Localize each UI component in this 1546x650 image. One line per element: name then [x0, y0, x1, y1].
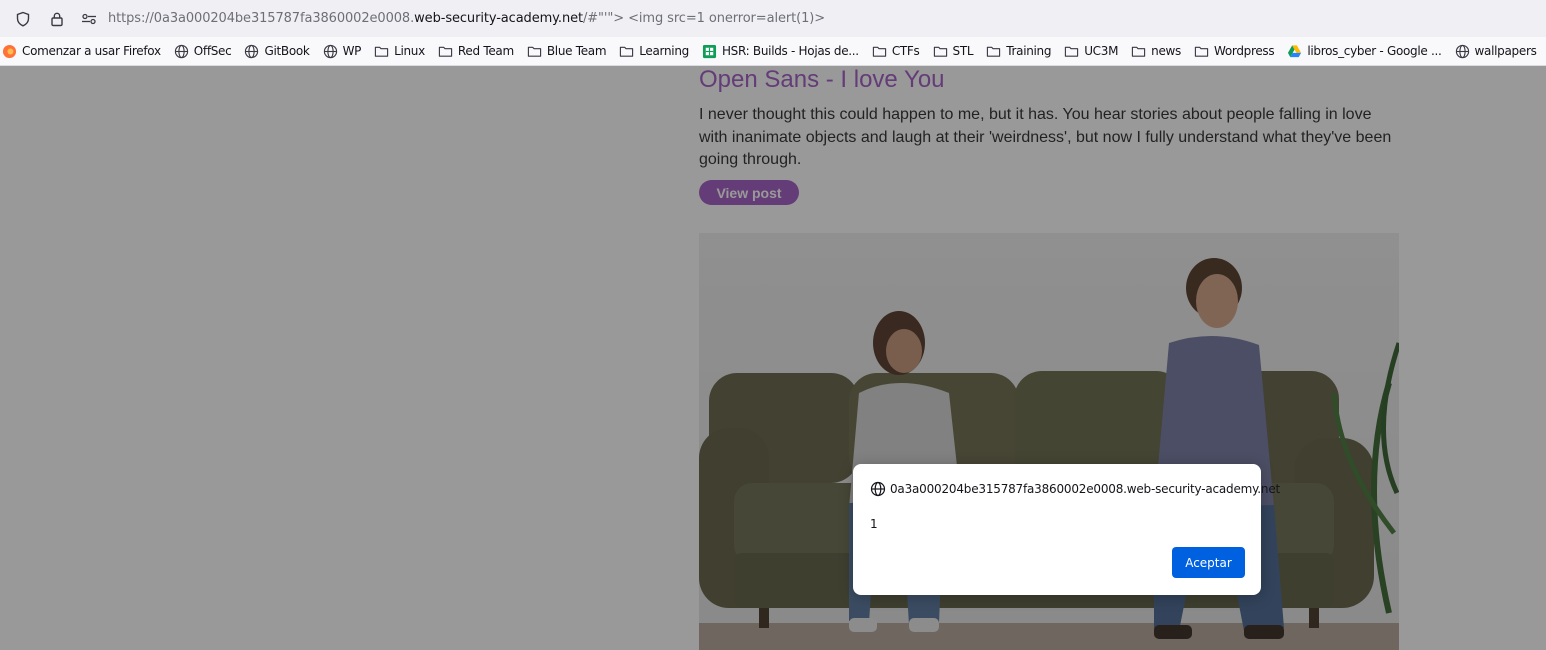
- bookmark-label: GitBook: [264, 44, 310, 58]
- bookmark-label: Blue Team: [546, 44, 607, 58]
- url-prefix: https://0a3a000204be315787fa3860002e0008…: [108, 11, 415, 26]
- globe-icon: [870, 481, 886, 497]
- bookmark-item[interactable]: news: [1131, 44, 1181, 59]
- url-bar[interactable]: https://0a3a000204be315787fa3860002e0008…: [0, 0, 1546, 37]
- folder-icon: [933, 44, 948, 59]
- bookmark-label: HSR: Builds - Hojas de...: [721, 44, 859, 58]
- bookmark-item[interactable]: Comenzar a usar Firefox: [2, 44, 161, 59]
- folder-icon: [374, 44, 389, 59]
- modal-overlay: [0, 66, 1546, 650]
- bookmark-label: WP: [342, 44, 362, 58]
- sheets-icon: [702, 44, 717, 59]
- bookmark-item[interactable]: Blue Team: [527, 44, 607, 59]
- bookmark-label: Comenzar a usar Firefox: [22, 44, 161, 58]
- bookmark-label: Red Team: [457, 44, 514, 58]
- globe-icon: [174, 44, 189, 59]
- folder-icon: [1131, 44, 1146, 59]
- site-permissions-icon[interactable]: [80, 10, 98, 28]
- bookmark-label: UC3M: [1084, 44, 1119, 58]
- folder-icon: [872, 44, 887, 59]
- dialog-origin: 0a3a000204be315787fa3860002e0008.web-sec…: [890, 482, 1281, 496]
- bookmark-item[interactable]: GitBook: [244, 44, 310, 59]
- folder-icon: [619, 44, 634, 59]
- bookmark-item[interactable]: Learning: [619, 44, 689, 59]
- drive-icon: [1287, 44, 1302, 59]
- bookmark-label: libros_cyber - Google ...: [1307, 44, 1442, 58]
- bookmark-label: Wordpress: [1214, 44, 1275, 58]
- alert-dialog: 0a3a000204be315787fa3860002e0008.web-sec…: [853, 464, 1280, 595]
- dialog-origin-row: 0a3a000204be315787fa3860002e0008.web-sec…: [870, 481, 1280, 497]
- bookmark-item[interactable]: STL: [933, 44, 974, 59]
- firefox-icon: [2, 44, 17, 59]
- bookmark-item[interactable]: Wordpress: [1194, 44, 1275, 59]
- globe-icon: [244, 44, 259, 59]
- url-suffix: /#"'"> <img src=1 onerror=alert(1)>: [582, 11, 826, 26]
- folder-icon: [1064, 44, 1079, 59]
- bookmark-label: news: [1151, 44, 1181, 58]
- bookmark-item[interactable]: wallpapers: [1455, 44, 1537, 59]
- bookmark-item[interactable]: OffSec: [174, 44, 232, 59]
- tracking-protection-shield-icon[interactable]: [14, 10, 32, 28]
- folder-icon: [986, 44, 1001, 59]
- accept-button[interactable]: Aceptar: [1172, 547, 1245, 578]
- bookmarks-toolbar: Comenzar a usar Firefox OffSec GitBook WP Li…: [0, 37, 1546, 66]
- bookmark-item[interactable]: libros_cyber - Google ...: [1287, 44, 1442, 59]
- globe-icon: [1455, 44, 1470, 59]
- bookmark-label: wallpapers: [1474, 44, 1537, 58]
- bookmark-label: STL: [952, 44, 974, 58]
- bookmark-item[interactable]: HSR: Builds - Hojas de...: [702, 44, 859, 59]
- bookmark-item[interactable]: Training: [986, 44, 1051, 59]
- folder-icon: [527, 44, 542, 59]
- bookmark-label: OffSec: [193, 44, 232, 58]
- globe-icon: [323, 44, 338, 59]
- bookmark-item[interactable]: Linux: [374, 44, 425, 59]
- bookmark-label: Training: [1006, 44, 1052, 58]
- bookmark-item[interactable]: CTFs: [872, 44, 920, 59]
- lock-icon[interactable]: [48, 10, 66, 28]
- bookmark-label: Linux: [394, 44, 425, 58]
- bookmark-label: Learning: [639, 44, 689, 58]
- bookmark-item[interactable]: WP: [323, 44, 362, 59]
- bookmark-item[interactable]: Red Team: [438, 44, 514, 59]
- bookmark-label: CTFs: [891, 44, 920, 58]
- url-text[interactable]: https://0a3a000204be315787fa3860002e0008…: [108, 11, 825, 26]
- bookmark-item[interactable]: UC3M: [1064, 44, 1118, 59]
- folder-icon: [438, 44, 453, 59]
- folder-icon: [1194, 44, 1209, 59]
- url-domain: web-security-academy.net: [414, 11, 583, 26]
- dialog-message: 1: [870, 517, 878, 531]
